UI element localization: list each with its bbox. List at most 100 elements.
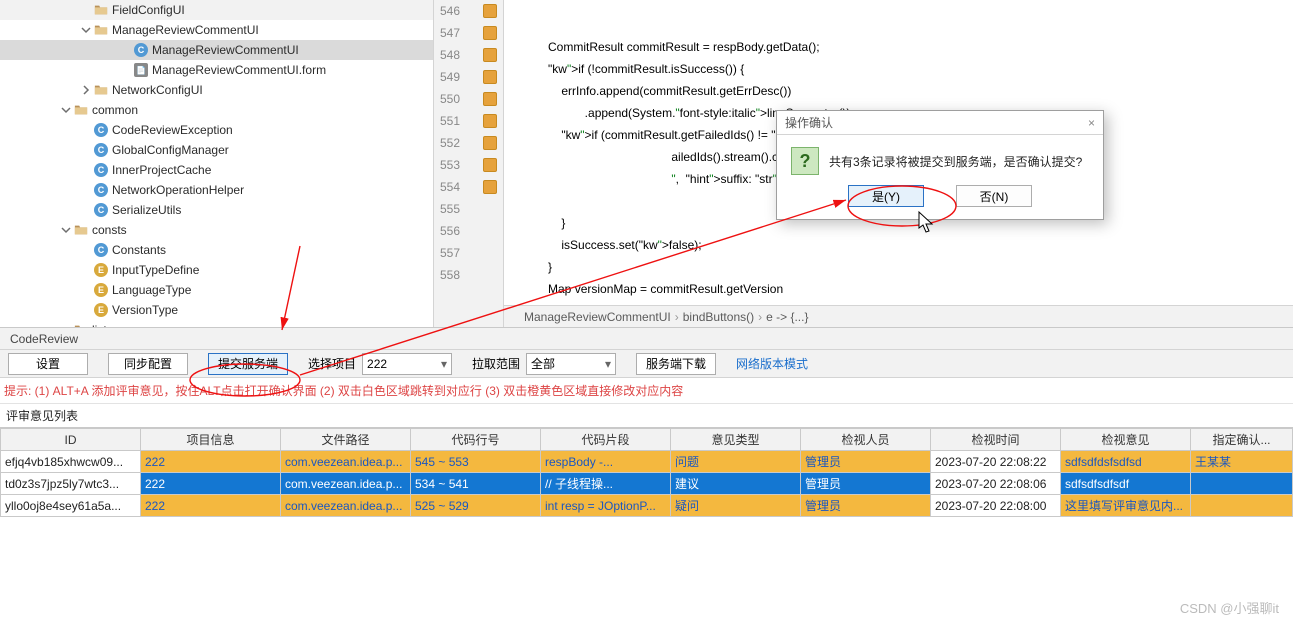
table-header[interactable]: 代码片段	[541, 429, 671, 451]
gutter-line[interactable]: 555	[434, 198, 503, 220]
table-cell[interactable]	[1191, 495, 1293, 517]
tree-item[interactable]: listener	[0, 320, 433, 327]
table-cell[interactable]: td0z3s7jpz5ly7wtc3...	[1, 473, 141, 495]
table-cell[interactable]: 问题	[671, 451, 801, 473]
tree-item[interactable]: NetworkConfigUI	[0, 80, 433, 100]
gutter-marker-icon[interactable]	[483, 92, 497, 106]
table-cell[interactable]: com.veezean.idea.p...	[281, 495, 411, 517]
gutter-line[interactable]: 549	[434, 66, 503, 88]
tree-item[interactable]: EInputTypeDefine	[0, 260, 433, 280]
crumb-method[interactable]: bindButtons()	[683, 310, 754, 324]
crumb-lambda[interactable]: e -> {...}	[766, 310, 808, 324]
gutter-marker-icon[interactable]	[483, 136, 497, 150]
table-cell[interactable]: 管理员	[801, 473, 931, 495]
table-cell[interactable]: 2023-07-20 22:08:06	[931, 473, 1061, 495]
gutter-line[interactable]: 558	[434, 264, 503, 286]
gutter-marker-icon[interactable]	[483, 4, 497, 18]
gutter-line[interactable]: 557	[434, 242, 503, 264]
table-cell[interactable]: com.veezean.idea.p...	[281, 451, 411, 473]
gutter-line[interactable]: 548	[434, 44, 503, 66]
settings-button[interactable]: 设置	[8, 353, 88, 375]
tree-item[interactable]: CInnerProjectCache	[0, 160, 433, 180]
table-row[interactable]: efjq4vb185xhwcw09...222com.veezean.idea.…	[1, 451, 1293, 473]
chevron-down-icon[interactable]	[60, 224, 72, 236]
tree-item[interactable]: CGlobalConfigManager	[0, 140, 433, 160]
table-cell[interactable]: 建议	[671, 473, 801, 495]
table-cell[interactable]: // 子线程操...	[541, 473, 671, 495]
table-cell[interactable]: 管理员	[801, 451, 931, 473]
crumb-class[interactable]: ManageReviewCommentUI	[524, 310, 671, 324]
tree-item[interactable]: 📄ManageReviewCommentUI.form	[0, 60, 433, 80]
gutter-line[interactable]: 552	[434, 132, 503, 154]
review-table[interactable]: ID项目信息文件路径代码行号代码片段意见类型检视人员检视时间检视意见指定确认..…	[0, 427, 1293, 623]
table-header[interactable]: 文件路径	[281, 429, 411, 451]
table-row[interactable]: yllo0oj8e4sey61a5a...222com.veezean.idea…	[1, 495, 1293, 517]
table-header[interactable]: 检视时间	[931, 429, 1061, 451]
tree-item[interactable]: CSerializeUtils	[0, 200, 433, 220]
breadcrumb[interactable]: ManageReviewCommentUI › bindButtons() › …	[504, 305, 1293, 327]
chevron-down-icon[interactable]	[60, 104, 72, 116]
commit-server-button[interactable]: 提交服务端	[208, 353, 288, 375]
chevron-right-icon[interactable]	[80, 84, 92, 96]
table-cell[interactable]: respBody -...	[541, 451, 671, 473]
yes-button[interactable]: 是(Y)	[848, 185, 924, 207]
table-cell[interactable]: 525 ~ 529	[411, 495, 541, 517]
table-header[interactable]: ID	[1, 429, 141, 451]
gutter-line[interactable]: 556	[434, 220, 503, 242]
select-project-dropdown[interactable]: 222▾	[362, 353, 452, 375]
table-header[interactable]: 检视意见	[1061, 429, 1191, 451]
scope-dropdown[interactable]: 全部▾	[526, 353, 616, 375]
gutter-line[interactable]: 551	[434, 110, 503, 132]
table-header[interactable]: 代码行号	[411, 429, 541, 451]
tree-item[interactable]: CCodeReviewException	[0, 120, 433, 140]
table-cell[interactable]	[1191, 473, 1293, 495]
server-download-button[interactable]: 服务端下载	[636, 353, 716, 375]
no-button[interactable]: 否(N)	[956, 185, 1032, 207]
close-icon[interactable]: ×	[1088, 116, 1095, 130]
table-cell[interactable]: sdfsdfsdfsdf	[1061, 473, 1191, 495]
table-cell[interactable]: 534 ~ 541	[411, 473, 541, 495]
project-tree[interactable]: FieldConfigUIManageReviewCommentUICManag…	[0, 0, 434, 327]
chevron-down-icon[interactable]	[60, 324, 72, 327]
table-cell[interactable]: com.veezean.idea.p...	[281, 473, 411, 495]
tree-item[interactable]: FieldConfigUI	[0, 0, 433, 20]
table-row[interactable]: td0z3s7jpz5ly7wtc3...222com.veezean.idea…	[1, 473, 1293, 495]
gutter-line[interactable]: 546	[434, 0, 503, 22]
gutter-marker-icon[interactable]	[483, 114, 497, 128]
table-cell[interactable]: 222	[141, 451, 281, 473]
sync-config-button[interactable]: 同步配置	[108, 353, 188, 375]
gutter-line[interactable]: 547	[434, 22, 503, 44]
gutter-marker-icon[interactable]	[483, 26, 497, 40]
gutter-marker-icon[interactable]	[483, 48, 497, 62]
chevron-down-icon[interactable]	[80, 24, 92, 36]
tree-item[interactable]: CManageReviewCommentUI	[0, 40, 433, 60]
table-cell[interactable]: 王某某	[1191, 451, 1293, 473]
tree-item[interactable]: ManageReviewCommentUI	[0, 20, 433, 40]
tree-item[interactable]: consts	[0, 220, 433, 240]
table-header[interactable]: 检视人员	[801, 429, 931, 451]
table-cell[interactable]: yllo0oj8e4sey61a5a...	[1, 495, 141, 517]
table-cell[interactable]: 管理员	[801, 495, 931, 517]
gutter-line[interactable]: 554	[434, 176, 503, 198]
tree-item[interactable]: common	[0, 100, 433, 120]
table-cell[interactable]: 222	[141, 495, 281, 517]
table-header[interactable]: 指定确认...	[1191, 429, 1293, 451]
table-header[interactable]: 项目信息	[141, 429, 281, 451]
table-cell[interactable]: 545 ~ 553	[411, 451, 541, 473]
table-cell[interactable]: 222	[141, 473, 281, 495]
table-cell[interactable]: efjq4vb185xhwcw09...	[1, 451, 141, 473]
gutter-line[interactable]: 550	[434, 88, 503, 110]
tree-item[interactable]: ELanguageType	[0, 280, 433, 300]
network-mode-link[interactable]: 网络版本模式	[736, 355, 808, 372]
table-header[interactable]: 意见类型	[671, 429, 801, 451]
gutter-marker-icon[interactable]	[483, 158, 497, 172]
table-cell[interactable]: 疑问	[671, 495, 801, 517]
table-cell[interactable]: 2023-07-20 22:08:22	[931, 451, 1061, 473]
gutter-marker-icon[interactable]	[483, 70, 497, 84]
tree-item[interactable]: EVersionType	[0, 300, 433, 320]
table-cell[interactable]: int resp = JOptionP...	[541, 495, 671, 517]
gutter-marker-icon[interactable]	[483, 180, 497, 194]
gutter-line[interactable]: 553	[434, 154, 503, 176]
table-cell[interactable]: 2023-07-20 22:08:00	[931, 495, 1061, 517]
tree-item[interactable]: CConstants	[0, 240, 433, 260]
